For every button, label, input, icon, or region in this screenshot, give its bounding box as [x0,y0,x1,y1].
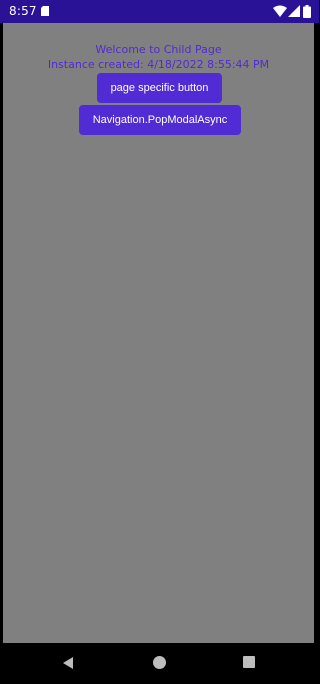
back-icon[interactable] [61,656,75,670]
pop-modal-async-button[interactable]: Navigation.PopModalAsync [79,105,241,135]
instance-created-label: Instance created: 4/18/2022 8:55:44 PM [47,58,270,71]
page-specific-button[interactable]: page specific button [97,73,222,103]
child-page-content: Welcome to Child Page Instance created: … [3,23,314,643]
welcome-label: Welcome to Child Page [95,43,222,56]
cell-signal-icon [288,5,300,17]
wifi-icon [273,5,287,17]
sd-card-icon [41,6,49,16]
home-icon[interactable] [153,656,166,669]
status-bar: 8:57 [0,0,319,23]
status-time: 8:57 [9,4,37,18]
phone-screen: 8:57 Welcome to Child Page Instance crea… [0,0,319,684]
battery-icon [303,5,311,18]
recents-icon[interactable] [243,656,255,668]
system-navigation-bar [0,643,319,684]
